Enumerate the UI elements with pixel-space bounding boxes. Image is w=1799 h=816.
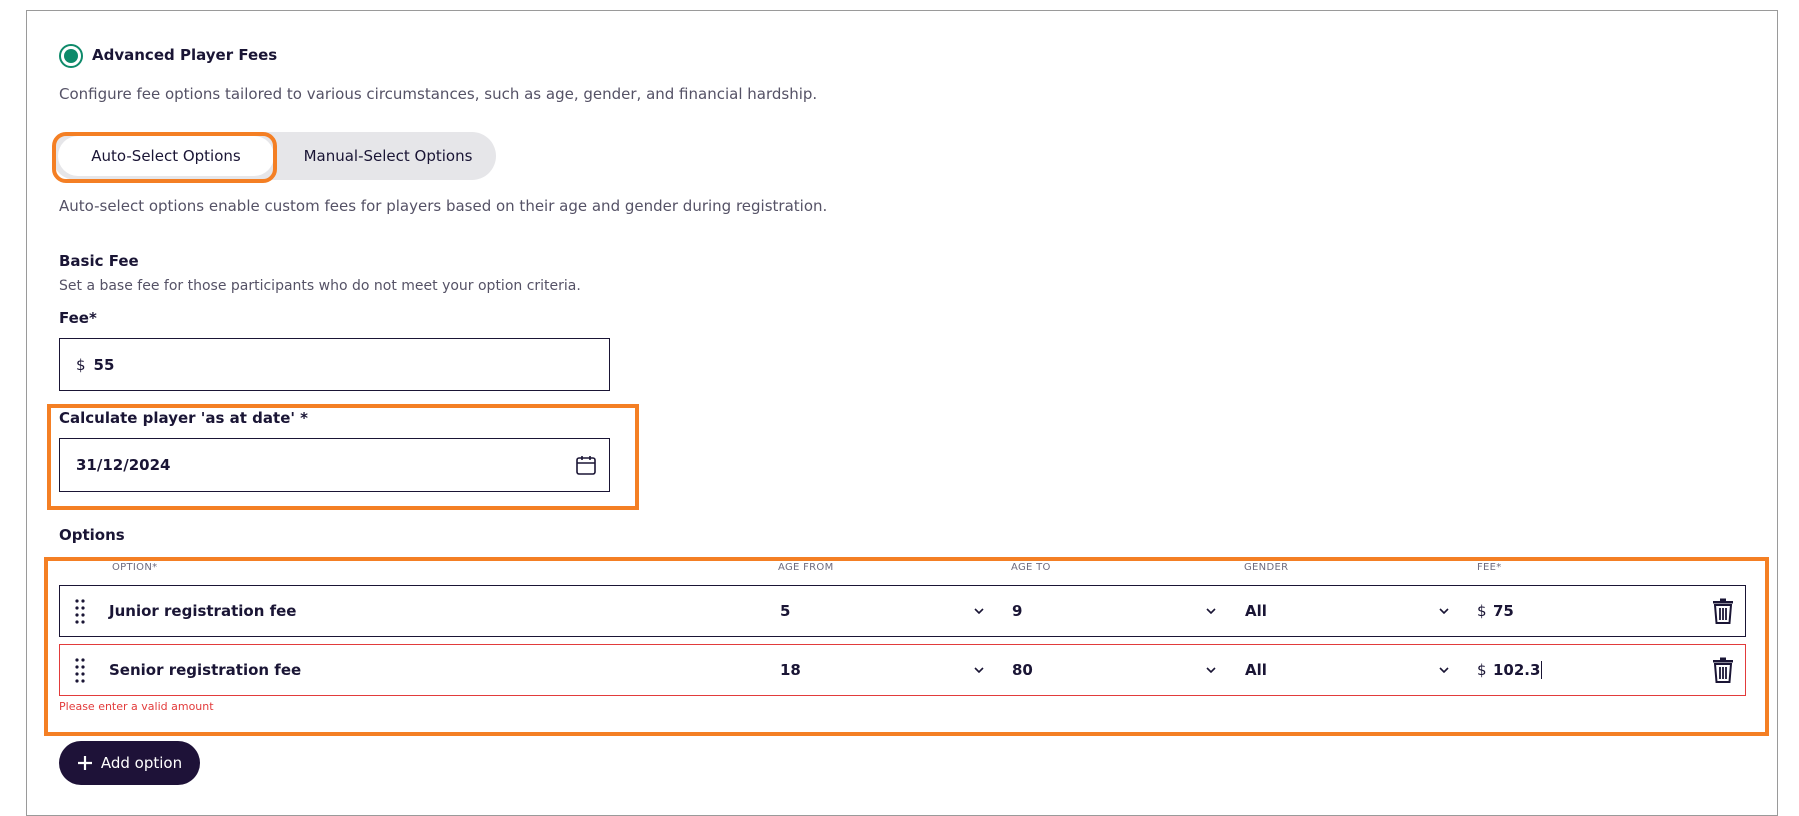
option-row: Junior registration fee 5 9 All $ 75 — [59, 585, 1746, 637]
option-fee-value: 102.3 — [1493, 661, 1541, 679]
as-at-date-value: 31/12/2024 — [76, 456, 171, 474]
age-from-select[interactable]: 5 — [780, 586, 790, 636]
chevron-down-icon — [974, 645, 984, 695]
calendar-icon[interactable] — [575, 454, 597, 480]
age-to-select[interactable]: 80 — [1012, 645, 1033, 695]
age-from-select[interactable]: 18 — [780, 645, 801, 695]
col-fee: FEE* — [1477, 562, 1502, 573]
as-at-date-input[interactable]: 31/12/2024 — [59, 438, 610, 492]
col-option: OPTION* — [112, 562, 158, 573]
option-name-input[interactable]: Senior registration fee — [109, 645, 301, 695]
basic-fee-value: 55 — [93, 355, 115, 374]
trash-icon[interactable] — [1712, 586, 1734, 636]
fee-label: Fee* — [59, 309, 97, 327]
col-age-from: AGE FROM — [778, 562, 834, 573]
option-row: Senior registration fee 18 80 All $ 102.… — [59, 644, 1746, 696]
advanced-fees-radio[interactable] — [59, 44, 83, 68]
col-gender: GENDER — [1244, 562, 1289, 573]
currency-symbol: $ — [76, 355, 86, 374]
add-option-label: Add option — [100, 754, 183, 772]
section-description: Configure fee options tailored to variou… — [59, 85, 818, 103]
chevron-down-icon — [1206, 586, 1216, 636]
chevron-down-icon — [1206, 645, 1216, 695]
basic-fee-heading: Basic Fee — [59, 252, 139, 270]
age-to-select[interactable]: 9 — [1012, 586, 1022, 636]
fee-currency: $ — [1477, 661, 1487, 679]
basic-fee-description: Set a base fee for those participants wh… — [59, 278, 581, 294]
chevron-down-icon — [1439, 586, 1449, 636]
text-cursor — [1541, 661, 1543, 679]
auto-select-highlight — [52, 132, 277, 183]
section-title: Advanced Player Fees — [92, 46, 278, 64]
gender-select[interactable]: All — [1245, 645, 1267, 695]
options-heading: Options — [59, 526, 125, 544]
basic-fee-input[interactable]: $ 55 — [59, 338, 610, 391]
tab-description: Auto-select options enable custom fees f… — [59, 197, 828, 215]
tab-manual-select[interactable]: Manual-Select Options — [290, 132, 486, 180]
drag-handle-icon[interactable] — [74, 586, 86, 636]
option-fee-input[interactable]: 75 — [1493, 586, 1514, 636]
as-at-date-label: Calculate player 'as at date' * — [59, 409, 309, 427]
gender-select[interactable]: All — [1245, 586, 1267, 636]
drag-handle-icon[interactable] — [74, 645, 86, 695]
col-age-to: AGE TO — [1011, 562, 1051, 573]
plus-icon — [77, 756, 92, 770]
option-fee-input[interactable]: 102.3 — [1493, 645, 1543, 695]
fee-currency: $ — [1477, 602, 1487, 620]
chevron-down-icon — [1439, 645, 1449, 695]
chevron-down-icon — [974, 586, 984, 636]
add-option-button[interactable]: Add option — [59, 741, 200, 785]
option-name-input[interactable]: Junior registration fee — [109, 586, 296, 636]
trash-icon[interactable] — [1712, 645, 1734, 695]
fee-error-message: Please enter a valid amount — [59, 700, 214, 713]
